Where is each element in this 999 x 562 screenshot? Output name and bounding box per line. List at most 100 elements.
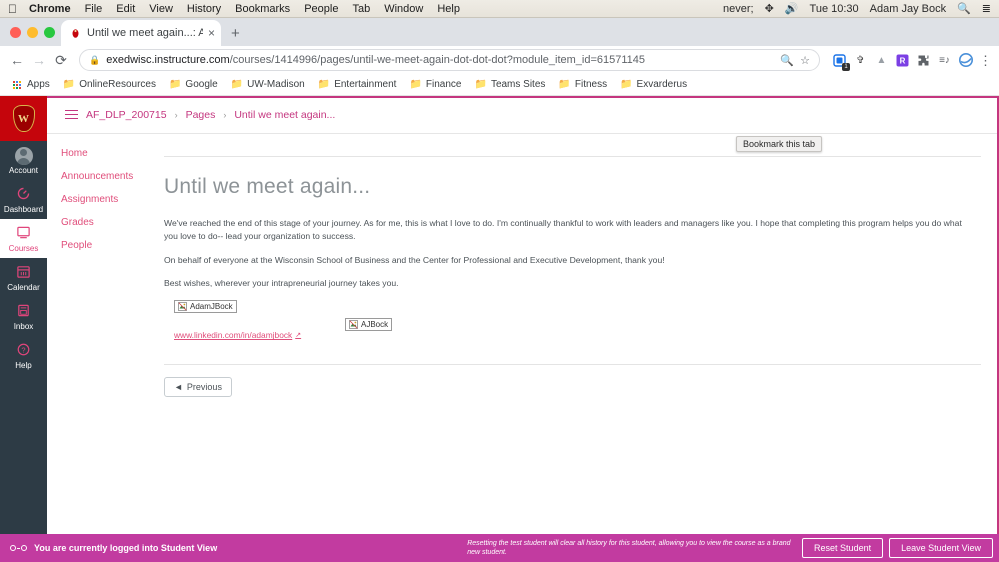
- puzzle-extensions-icon[interactable]: [916, 53, 931, 68]
- broken-image-adamjbock[interactable]: AdamJBock: [174, 300, 237, 314]
- forward-arrow-icon[interactable]: →: [29, 50, 49, 70]
- global-nav-item-calendar[interactable]: Calendar: [0, 258, 47, 297]
- minimize-window-button[interactable]: [27, 26, 38, 38]
- global-nav-label: Courses: [8, 244, 39, 253]
- course-content-column: AF_DLP_200715 › Pages › Until we meet ag…: [47, 96, 999, 562]
- menu-help[interactable]: Help: [437, 3, 460, 15]
- kebab-menu-icon[interactable]: ⋮: [979, 54, 992, 67]
- close-tab-icon[interactable]: ×: [208, 27, 215, 39]
- new-tab-button[interactable]: +: [231, 25, 240, 42]
- volume-icon[interactable]: 🔊: [785, 2, 799, 15]
- back-arrow-icon[interactable]: ←: [7, 50, 27, 70]
- bookmark-folder-entertainment[interactable]: 📁 Entertainment: [313, 77, 402, 92]
- course-nav-item-announcements[interactable]: Announcements: [61, 171, 133, 182]
- extension-badge-count: 1: [842, 62, 850, 71]
- broken-image-icon: [349, 320, 358, 330]
- extensions-bar: 1 ✞ ▲ R ≡♪ ⋮: [828, 53, 992, 71]
- hamburger-menu-icon[interactable]: [65, 109, 78, 120]
- leave-student-view-button[interactable]: Leave Student View: [889, 538, 993, 558]
- playlist-extension-icon[interactable]: ≡♪: [937, 53, 952, 68]
- url-host: exedwisc.instructure.com: [106, 54, 230, 66]
- content-body: Home Announcements Assignments Grades Pe…: [47, 134, 999, 562]
- tab-groups-extension-icon[interactable]: 1: [832, 53, 850, 71]
- bookmark-label: Fitness: [574, 79, 608, 90]
- breadcrumb-course[interactable]: AF_DLP_200715: [86, 109, 167, 121]
- pocket-extension-icon[interactable]: ✞: [853, 53, 868, 68]
- do-not-disturb-icon[interactable]: never;: [723, 3, 754, 15]
- apple-icon[interactable]: : [8, 3, 17, 15]
- menu-file[interactable]: File: [85, 3, 103, 15]
- global-nav-item-help[interactable]: ? Help: [0, 336, 47, 375]
- menu-bar-user[interactable]: Adam Jay Bock: [870, 3, 946, 15]
- bookmark-folder-uw-madison[interactable]: 📁 UW-Madison: [226, 77, 310, 92]
- spotlight-search-icon[interactable]: 🔍: [957, 2, 971, 15]
- menu-history[interactable]: History: [187, 3, 221, 15]
- broken-image-ajbock[interactable]: AJBock: [345, 318, 393, 332]
- star-icon[interactable]: ☆: [800, 54, 810, 67]
- close-window-button[interactable]: [10, 26, 21, 38]
- global-nav-item-dashboard[interactable]: Dashboard: [0, 180, 47, 219]
- menu-bar-clock[interactable]: Tue 10:30: [810, 3, 859, 15]
- course-nav-item-grades[interactable]: Grades: [61, 217, 109, 228]
- bookmark-folder-finance[interactable]: 📁 Finance: [404, 77, 466, 92]
- signature-image-row: AdamJBock AJBock www.linkedin.com/in/ada…: [164, 300, 981, 346]
- bookmark-folder-google[interactable]: 📁 Google: [164, 77, 223, 92]
- browser-tab-title: Until we meet again...: America: [87, 27, 203, 39]
- breadcrumb-current-page[interactable]: Until we meet again...: [234, 109, 335, 121]
- window-traffic-lights: [8, 18, 61, 46]
- top-divider: [164, 156, 981, 157]
- menu-window[interactable]: Window: [384, 3, 423, 15]
- grammarly-extension-icon[interactable]: R: [895, 53, 910, 68]
- page-main-content: Until we meet again... We've reached the…: [109, 134, 999, 562]
- reload-icon[interactable]: ⟳: [51, 50, 71, 70]
- bookmark-folder-teams-sites[interactable]: 📁 Teams Sites: [469, 77, 550, 92]
- menu-view[interactable]: View: [149, 3, 173, 15]
- bookmark-label: OnlineResources: [79, 79, 156, 90]
- folder-icon: 📁: [62, 79, 76, 90]
- bookmark-folder-exvarderus[interactable]: 📁 Exvarderus: [615, 77, 692, 92]
- address-bar-url: exedwisc.instructure.com/courses/1414996…: [106, 54, 774, 66]
- canvas-lms-page: W Account Dashboard Courses Calendar Inb…: [0, 96, 999, 562]
- global-nav-label: Inbox: [13, 322, 34, 331]
- google-drive-extension-icon[interactable]: ▲: [874, 53, 889, 68]
- control-center-icon[interactable]: ≣: [982, 2, 991, 15]
- url-path: /courses/1414996/pages/until-we-meet-aga…: [229, 54, 646, 66]
- magnifier-icon[interactable]: 🔍: [780, 54, 794, 67]
- uw-madison-crest-logo[interactable]: W: [0, 96, 47, 141]
- apps-shortcut[interactable]: Apps: [8, 77, 55, 92]
- linkedin-link-text: www.linkedin.com/in/adamjbock: [174, 330, 293, 341]
- bookmark-tooltip: Bookmark this tab: [736, 136, 823, 152]
- bluetooth-icon[interactable]: ✥: [765, 2, 774, 15]
- bookmark-folder-fitness[interactable]: 📁 Fitness: [553, 77, 612, 92]
- inbox-tray-icon: [16, 303, 31, 321]
- bookmark-label: Teams Sites: [490, 79, 546, 90]
- user-avatar-icon: [14, 147, 33, 165]
- global-nav-label: Account: [9, 166, 38, 175]
- global-nav-item-account[interactable]: Account: [0, 141, 47, 180]
- svg-text:?: ?: [21, 345, 25, 354]
- bookmark-folder-onlineresources[interactable]: 📁 OnlineResources: [58, 77, 161, 92]
- menu-bookmarks[interactable]: Bookmarks: [235, 3, 290, 15]
- global-nav-label: Dashboard: [3, 205, 44, 214]
- global-nav-item-courses[interactable]: Courses: [0, 219, 47, 258]
- breadcrumb-pages[interactable]: Pages: [186, 109, 216, 121]
- global-nav-item-inbox[interactable]: Inbox: [0, 297, 47, 336]
- maximize-window-button[interactable]: [44, 26, 55, 38]
- menu-tab[interactable]: Tab: [352, 3, 370, 15]
- bookmark-label: Exvarderus: [636, 79, 688, 90]
- course-nav-item-assignments[interactable]: Assignments: [61, 194, 118, 205]
- student-view-description: Resetting the test student will clear al…: [467, 539, 791, 556]
- menu-edit[interactable]: Edit: [116, 3, 135, 15]
- previous-page-button[interactable]: ◄ Previous: [164, 377, 232, 398]
- profile-avatar-icon[interactable]: [958, 53, 973, 68]
- course-nav-item-people[interactable]: People: [61, 240, 109, 251]
- course-nav-item-home[interactable]: Home: [61, 148, 109, 159]
- linkedin-profile-link[interactable]: www.linkedin.com/in/adamjbock ↗: [174, 330, 301, 340]
- menu-chrome[interactable]: Chrome: [29, 3, 71, 15]
- menu-people[interactable]: People: [304, 3, 338, 15]
- apps-label: Apps: [27, 79, 50, 90]
- broken-image-alt-text: AJBock: [361, 320, 389, 330]
- browser-tab[interactable]: Until we meet again...: America ×: [61, 20, 221, 46]
- address-bar[interactable]: 🔒 exedwisc.instructure.com/courses/14149…: [79, 49, 820, 71]
- reset-student-button[interactable]: Reset Student: [802, 538, 884, 558]
